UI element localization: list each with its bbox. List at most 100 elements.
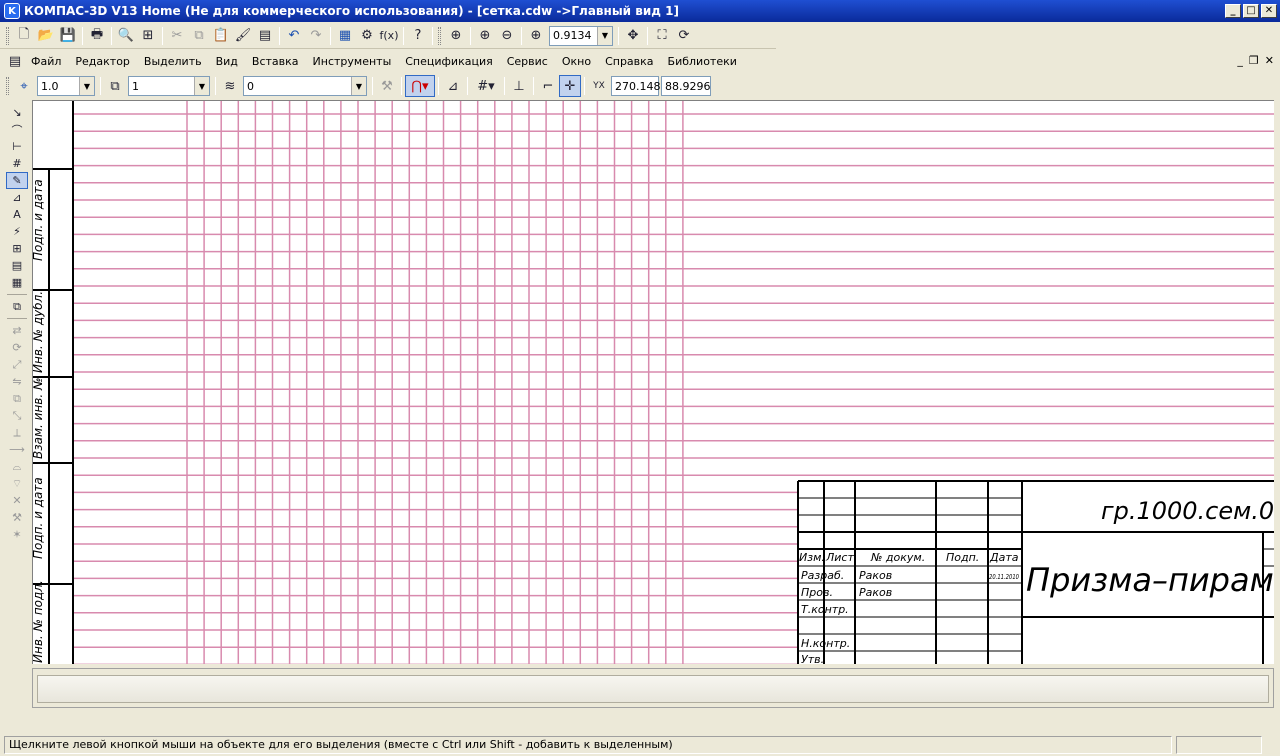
role-norm-control: Н.контр.: [801, 637, 850, 650]
parameters-icon[interactable]: ⚒: [376, 75, 398, 97]
split-icon[interactable]: ⟂: [6, 424, 28, 441]
fillet-icon[interactable]: ⌓: [6, 458, 28, 475]
symbols-icon[interactable]: ⊢: [6, 138, 28, 155]
symmetry-icon[interactable]: ⇋: [6, 373, 28, 390]
close-button[interactable]: ✕: [1261, 4, 1277, 18]
spec-icon[interactable]: ▤: [6, 257, 28, 274]
coord-y-field[interactable]: 88.9296: [661, 76, 711, 96]
clean-icon[interactable]: ✕: [6, 492, 28, 509]
menu-window[interactable]: Окно: [555, 55, 598, 68]
tree-icon[interactable]: ▦: [334, 25, 356, 47]
maximize-button[interactable]: □: [1243, 4, 1259, 18]
layer-state-icon[interactable]: ≋: [219, 75, 241, 97]
zoom-combo[interactable]: 0.9134 ▼: [549, 25, 613, 46]
coordinate-tracking-icon[interactable]: ✛: [559, 75, 581, 97]
menu-file[interactable]: Файл: [24, 55, 68, 68]
header-list: Лист: [825, 551, 854, 564]
drawing-canvas[interactable]: Подп. и дата Инв. № дубл. Взам. инв. № П…: [32, 100, 1274, 664]
document-icon[interactable]: ▤: [6, 50, 24, 72]
mdi-restore-button[interactable]: ❐: [1249, 54, 1259, 67]
measure-icon[interactable]: A: [6, 206, 28, 223]
menu-view[interactable]: Вид: [209, 55, 245, 68]
view-combo[interactable]: 1 ▼: [128, 76, 210, 96]
round-icon[interactable]: ⌐: [537, 75, 559, 97]
pan-icon[interactable]: ✥: [622, 25, 644, 47]
zoom-out-icon[interactable]: ⊖: [496, 25, 518, 47]
format-painter-icon[interactable]: 🖌: [232, 25, 254, 47]
show-all-icon[interactable]: ⛶: [651, 25, 673, 47]
chevron-down-icon[interactable]: ▼: [351, 77, 366, 95]
role-tech-control: Т.контр.: [801, 603, 849, 616]
coordinates-icon[interactable]: YX: [588, 75, 610, 97]
redo-icon[interactable]: ↷: [305, 25, 327, 47]
header-date: Дата: [989, 551, 1019, 564]
geometry-icon[interactable]: ↘: [6, 104, 28, 121]
scale-icon[interactable]: ⤢: [6, 356, 28, 373]
chamfer-icon[interactable]: ⌔: [6, 475, 28, 492]
move-icon[interactable]: ⇄: [6, 322, 28, 339]
new-document-icon[interactable]: 🗋: [13, 25, 35, 47]
menu-select[interactable]: Выделить: [137, 55, 209, 68]
zoom-window-icon[interactable]: ⊕: [445, 25, 467, 47]
layer-combo[interactable]: 0 ▼: [243, 76, 367, 96]
menu-service[interactable]: Сервис: [500, 55, 555, 68]
zoom-scale-icon[interactable]: ⊕: [525, 25, 547, 47]
chevron-down-icon[interactable]: ▼: [194, 77, 209, 95]
current-state-toolbar: ⌖ 1.0 ▼ ⧉ 1 ▼ ≋ 0 ▼ ⚒ ⋂▾ ⊿ #▾ ⊥ ⌐ ✛ YX 2…: [0, 73, 744, 99]
properties-icon[interactable]: ▤: [254, 25, 276, 47]
libraries-icon[interactable]: ⚙: [356, 25, 378, 47]
explode-icon[interactable]: ✶: [6, 526, 28, 543]
menu-insert[interactable]: Вставка: [245, 55, 306, 68]
status-bar: Щелкните левой кнопкой мыши на объекте д…: [0, 734, 1280, 756]
preview-icon[interactable]: 🔍: [115, 25, 137, 47]
menu-libraries[interactable]: Библиотеки: [661, 55, 744, 68]
ortho-icon[interactable]: ⊥: [508, 75, 530, 97]
copy-icon[interactable]: ⧉: [188, 25, 210, 47]
dimensions-icon[interactable]: ⌒: [6, 121, 28, 138]
toolbar-grip[interactable]: [6, 26, 9, 45]
coord-x-field[interactable]: 270.148: [611, 76, 661, 96]
copy-icon[interactable]: ⧉: [6, 390, 28, 407]
cut-icon[interactable]: ✂: [166, 25, 188, 47]
header-izm: Изм.: [799, 551, 825, 564]
open-icon[interactable]: 📂: [35, 25, 57, 47]
grid-toggle-icon[interactable]: #▾: [471, 75, 501, 97]
report-icon[interactable]: ▦: [6, 274, 28, 291]
paste-icon[interactable]: 📋: [210, 25, 232, 47]
cursor-step-icon[interactable]: ⌖: [13, 75, 35, 97]
undo-icon[interactable]: ↶: [283, 25, 305, 47]
grid-icon[interactable]: #: [6, 155, 28, 172]
select-icon[interactable]: ⚡: [6, 223, 28, 240]
associative-views-icon[interactable]: ⊞: [6, 240, 28, 257]
app-icon: K: [4, 3, 20, 19]
refresh-icon[interactable]: ⟳: [673, 25, 695, 47]
menu-help[interactable]: Справка: [598, 55, 660, 68]
menu-tools[interactable]: Инструменты: [306, 55, 399, 68]
chevron-down-icon[interactable]: ▼: [597, 26, 612, 45]
help-icon[interactable]: ?: [407, 25, 429, 47]
insert-view-icon[interactable]: ⧉: [6, 298, 28, 315]
build-icon[interactable]: ⚒: [6, 509, 28, 526]
local-cs-icon[interactable]: ⊿: [442, 75, 464, 97]
stamp-orig-inv: Инв. № подл.: [33, 580, 45, 663]
edit-icon[interactable]: ✎: [6, 172, 28, 189]
view-state-icon[interactable]: ⧉: [104, 75, 126, 97]
minimize-button[interactable]: _: [1225, 4, 1241, 18]
zoom-in-icon[interactable]: ⊕: [474, 25, 496, 47]
menu-specification[interactable]: Спецификация: [398, 55, 499, 68]
extend-icon[interactable]: ⟶: [6, 441, 28, 458]
variables-icon[interactable]: f(x): [378, 25, 400, 47]
step-combo[interactable]: 1.0 ▼: [37, 76, 95, 96]
print-icon[interactable]: 🖶: [86, 25, 108, 47]
rotate-icon[interactable]: ⟳: [6, 339, 28, 356]
title-block: гр.1000.сем.02. Изм. Лист № докум. Подп.…: [797, 480, 1274, 664]
save-icon[interactable]: 💾: [57, 25, 79, 47]
snap-magnet-icon[interactable]: ⋂▾: [405, 75, 435, 97]
mdi-close-button[interactable]: ✕: [1265, 54, 1274, 67]
deform-icon[interactable]: ⤡: [6, 407, 28, 424]
menu-edit[interactable]: Редактор: [68, 55, 137, 68]
mdi-minimize-button[interactable]: _: [1237, 54, 1243, 67]
manager-icon[interactable]: ⊞: [137, 25, 159, 47]
parametrize-icon[interactable]: ⊿: [6, 189, 28, 206]
chevron-down-icon[interactable]: ▼: [79, 77, 94, 95]
